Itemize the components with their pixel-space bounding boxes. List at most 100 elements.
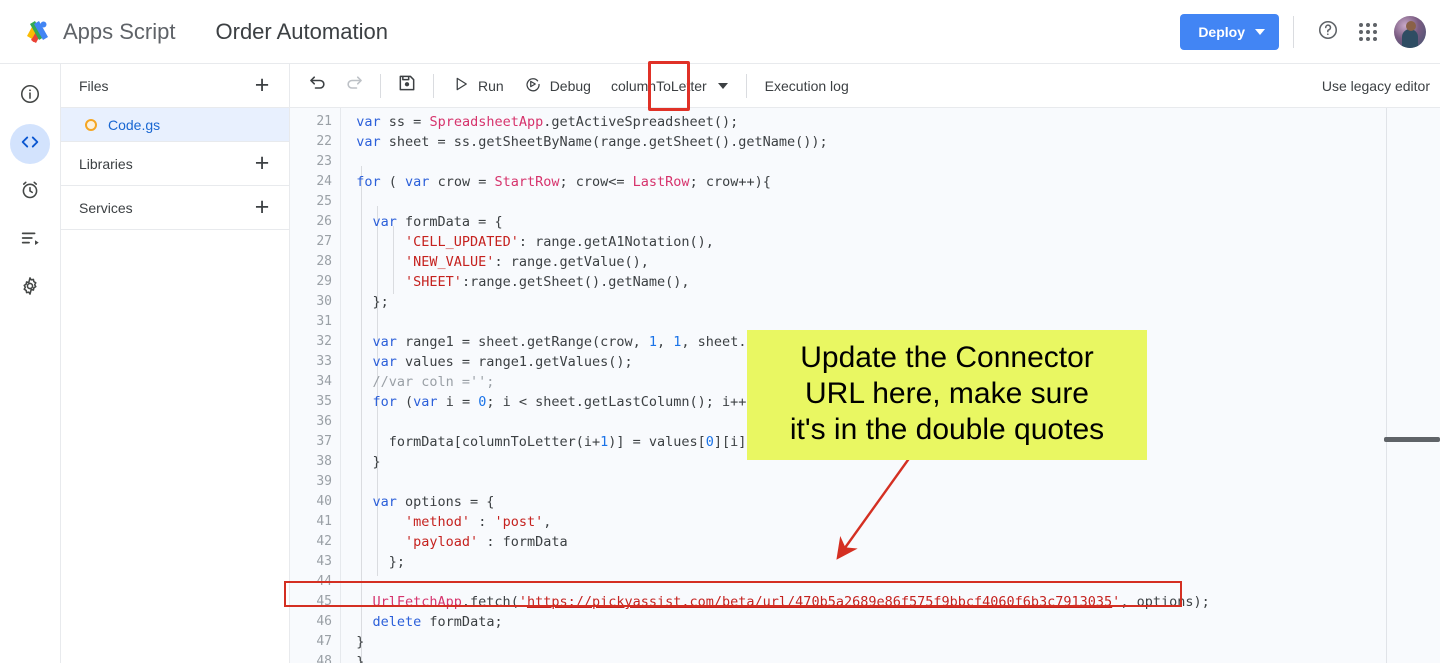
help-button[interactable] (1308, 12, 1348, 52)
code-line[interactable]: formData[columnToLetter(i+1)] = values[0… (340, 432, 1440, 452)
code-line[interactable]: delete formData; (340, 612, 1440, 632)
line-number: 32 (316, 334, 332, 349)
code-scroll-region[interactable]: 21 22 23 24 25 26 27 28 29 30 31 32 33 34 35 36 37 38 39 40… (290, 108, 1440, 663)
code-token: formData = { (396, 214, 503, 230)
code-line[interactable]: UrlFetchApp.fetch('https://pickyassist.c… (340, 592, 1440, 612)
code-token: , options); (1120, 594, 1210, 610)
code-line[interactable]: var range1 = sheet.getRange(crow, 1, 1, … (340, 332, 1440, 352)
code-line[interactable]: var ss = SpreadsheetApp.getActiveSpreads… (340, 112, 1440, 132)
sidebar-item-settings[interactable] (10, 268, 50, 308)
code-line[interactable]: 'NEW_VALUE': range.getValue(), (340, 252, 1440, 272)
code-content[interactable]: var ss = SpreadsheetApp.getActiveSpreads… (340, 108, 1440, 663)
code-token: SpreadsheetApp (429, 114, 544, 130)
code-token: for (356, 174, 381, 190)
executions-list-icon (19, 227, 41, 254)
save-button[interactable] (389, 68, 425, 104)
code-line[interactable] (340, 152, 1440, 172)
code-token: , (657, 334, 674, 350)
code-line[interactable]: }; (340, 552, 1440, 572)
add-file-button[interactable]: + (249, 73, 275, 98)
code-line[interactable] (340, 312, 1440, 332)
code-token: .getActiveSpreadsheet(); (543, 114, 739, 130)
app-header: Apps Script Order Automation Deploy (0, 0, 1440, 64)
code-line[interactable]: var sheet = ss.getSheetByName(range.getS… (340, 132, 1440, 152)
function-select[interactable]: columnToLetter (601, 69, 738, 103)
avatar[interactable] (1394, 16, 1426, 48)
debug-button[interactable]: Debug (514, 69, 601, 103)
divider (380, 73, 381, 98)
code-line[interactable]: 'payload' : formData (340, 532, 1440, 552)
add-library-button[interactable]: + (249, 151, 275, 176)
sidebar-item-editor[interactable] (10, 124, 50, 164)
line-number: 38 (316, 454, 332, 469)
add-service-button[interactable]: + (249, 195, 275, 220)
file-status-dot-icon (85, 118, 97, 131)
undo-button[interactable] (300, 68, 336, 104)
code-token: 1 (648, 334, 658, 350)
code-line[interactable]: for ( var crow = StartRow; crow<= LastRo… (340, 172, 1440, 192)
line-number: 41 (316, 514, 332, 529)
code-line[interactable]: 'CELL_UPDATED': range.getA1Notation(), (340, 232, 1440, 252)
code-line[interactable] (340, 192, 1440, 212)
apps-grid-icon (1359, 23, 1377, 41)
code-token: var (372, 494, 397, 510)
code-token: crow = (429, 174, 495, 190)
sidebar-item-triggers[interactable] (10, 172, 50, 212)
code-line[interactable]: var formData = { (340, 212, 1440, 232)
libraries-label: Libraries (79, 155, 133, 172)
code-line[interactable] (340, 572, 1440, 592)
list-item[interactable]: Code.gs (61, 108, 289, 142)
code-line[interactable] (340, 472, 1440, 492)
code-token: }; (340, 294, 389, 310)
google-apps-button[interactable] (1348, 12, 1388, 52)
play-triangle-icon (452, 75, 470, 96)
code-line[interactable] (340, 412, 1440, 432)
code-line[interactable]: 'SHEET':range.getSheet().getName(), (340, 272, 1440, 292)
sidebar-item-overview[interactable] (10, 76, 50, 116)
code-token: 'payload' (405, 534, 479, 550)
code-line[interactable]: var options = { (340, 492, 1440, 512)
sidebar-item-executions[interactable] (10, 220, 50, 260)
code-token: } (340, 654, 365, 663)
code-token: ss = (380, 114, 430, 130)
header-actions: Deploy (1180, 0, 1426, 64)
code-line[interactable]: //var coln =''; (340, 372, 1440, 392)
code-line[interactable]: } (340, 452, 1440, 472)
divider (433, 73, 434, 98)
redo-button[interactable] (336, 68, 372, 104)
page-title[interactable]: Order Automation (216, 19, 388, 45)
deploy-button[interactable]: Deploy (1180, 14, 1279, 50)
code-token: 'CELL_UPDATED' (405, 234, 519, 250)
code-line[interactable]: } (340, 632, 1440, 652)
code-token: i = (437, 394, 479, 410)
code-token: var (372, 354, 397, 370)
code-token: : range.getA1Notation(), (518, 234, 714, 250)
code-token: } (340, 454, 381, 470)
code-token: 'method' (405, 514, 471, 530)
horizontal-scrollbar-thumb[interactable] (1384, 437, 1440, 442)
line-number: 28 (316, 254, 332, 269)
code-token: var (372, 214, 397, 230)
use-legacy-editor-link[interactable]: Use legacy editor (1322, 78, 1430, 94)
run-button[interactable]: Run (442, 69, 514, 103)
code-line[interactable]: var values = range1.getValues(); (340, 352, 1440, 372)
execution-log-button[interactable]: Execution log (755, 69, 859, 103)
brand[interactable]: Apps Script (22, 17, 176, 47)
debug-label: Debug (549, 77, 591, 94)
code-editor[interactable]: 21 22 23 24 25 26 27 28 29 30 31 32 33 34 35 36 37 38 39 40… (290, 108, 1440, 663)
line-number: 25 (316, 194, 332, 209)
code-line[interactable]: } (340, 652, 1440, 663)
divider (745, 73, 747, 98)
code-line[interactable]: 'method' : 'post', (340, 512, 1440, 532)
code-token: 'NEW_VALUE' (405, 254, 495, 270)
line-number: 33 (316, 354, 332, 369)
line-number: 31 (316, 314, 332, 329)
code-line[interactable]: }; (340, 292, 1440, 312)
code-line[interactable]: for (var i = 0; i < sheet.getLastColumn(… (340, 392, 1440, 412)
